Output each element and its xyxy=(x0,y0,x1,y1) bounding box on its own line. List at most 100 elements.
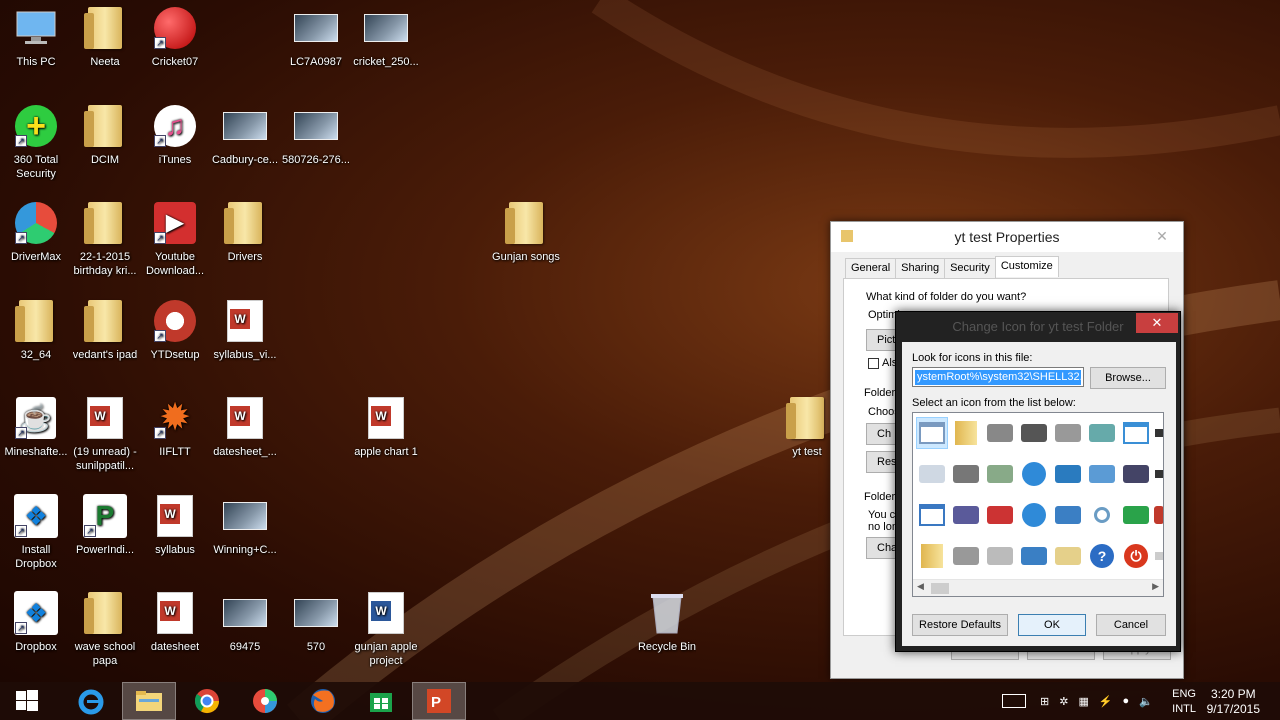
desktop-icon-syllabus-vi[interactable]: Wsyllabus_vi... xyxy=(209,298,281,362)
taskbar-chrome[interactable] xyxy=(180,682,234,720)
chip-icon[interactable] xyxy=(1018,417,1050,449)
desktop-icon-vedant-s-ipad[interactable]: vedant's ipad xyxy=(69,298,141,362)
tab-sharing[interactable]: Sharing xyxy=(895,258,946,279)
floppy-icon[interactable] xyxy=(950,499,982,531)
desktop-icon-360-total-security[interactable]: + ↗ 360 Total Security xyxy=(0,103,72,181)
help-icon[interactable]: ? xyxy=(1086,540,1118,572)
desktop-icon-datesheet[interactable]: Wdatesheet xyxy=(139,590,211,654)
desktop-icon-this-pc[interactable]: This PC xyxy=(0,5,72,69)
volume-icon[interactable]: 🔈 xyxy=(1139,695,1153,708)
document-window-icon[interactable] xyxy=(916,417,948,449)
scroll-right-icon[interactable]: ▶ xyxy=(1152,581,1159,592)
desktop-icon-mineshafte[interactable]: ☕ ↗ Mineshafte... xyxy=(0,395,72,459)
desktop-icon-wave-school-papa[interactable]: wave school papa xyxy=(69,590,141,668)
desktop-icon-neeta[interactable]: Neeta xyxy=(69,5,141,69)
desktop-icon-drivermax[interactable]: ↗ DriverMax xyxy=(0,200,72,264)
desktop-icon-drivers[interactable]: Drivers xyxy=(209,200,281,264)
horizontal-scrollbar[interactable]: ◀ ▶ xyxy=(913,579,1163,596)
partial-icon[interactable] xyxy=(1154,540,1163,572)
dialog-cancel-button[interactable]: Cancel xyxy=(1096,614,1166,636)
control-panel-icon[interactable] xyxy=(1086,458,1118,490)
desktop-icon-youtube-download[interactable]: ▶ ↗ Youtube Download... xyxy=(139,200,211,278)
folder-icon[interactable] xyxy=(916,540,948,572)
restore-defaults-button[interactable]: Restore Defaults xyxy=(912,614,1008,636)
tab-general[interactable]: General xyxy=(845,258,897,279)
taskbar-ie[interactable] xyxy=(64,682,118,720)
desktop-icon-cricket-250[interactable]: cricket_250... xyxy=(350,5,422,69)
change-icon-dialog[interactable]: Change Icon for yt test Folder ✕ Look fo… xyxy=(895,311,1181,652)
language-indicator[interactable]: ENG INTL xyxy=(1172,687,1196,717)
also-apply-checkbox[interactable]: Als xyxy=(868,357,897,369)
globe-icon[interactable] xyxy=(1018,458,1050,490)
cd-drive-icon[interactable] xyxy=(984,540,1016,572)
power-icon[interactable] xyxy=(1154,499,1163,531)
desktop-icon-570[interactable]: 570 xyxy=(280,590,352,654)
start-button[interactable] xyxy=(0,682,54,720)
folder-icon[interactable] xyxy=(950,417,982,449)
desktop-icon-32-64[interactable]: 32_64 xyxy=(0,298,72,362)
grid-icon[interactable] xyxy=(1052,540,1084,572)
scroll-left-icon[interactable]: ◀ xyxy=(917,581,924,592)
desktop-icon-syllabus[interactable]: Wsyllabus xyxy=(139,493,211,557)
hard-drive-icon[interactable] xyxy=(950,540,982,572)
icon-list[interactable]: ? ⏻ ◀ ▶ xyxy=(912,412,1164,597)
desktop-icon-itunes[interactable]: ♫ ↗ iTunes xyxy=(139,103,211,167)
desktop-icon-dropbox[interactable]: ❖ ↗ Dropbox xyxy=(0,590,72,654)
dialog-close-button[interactable]: ✕ xyxy=(1136,313,1178,333)
desktop-icon-powerindi[interactable]: P ↗ PowerIndi... xyxy=(69,493,141,557)
desktop-icon-gunjan-songs[interactable]: Gunjan songs xyxy=(490,200,562,264)
desktop-icon-69475[interactable]: 69475 xyxy=(209,590,281,654)
desktop-icon-cadbury-ce[interactable]: Cadbury-ce... xyxy=(209,103,281,167)
settings-tray-icon[interactable]: ✲ xyxy=(1059,695,1068,708)
taskbar-file-explorer[interactable] xyxy=(122,682,176,720)
touch-keyboard-icon[interactable] xyxy=(1002,694,1026,708)
desktop-icon-19-unread-sunilppatil[interactable]: W (19 unread) - sunilppatil... xyxy=(69,395,141,473)
close-button[interactable]: ✕ xyxy=(1151,228,1173,244)
desktop-icon-gunjan-apple-project[interactable]: Wgunjan apple project xyxy=(350,590,422,668)
back-arrow-icon[interactable] xyxy=(1120,499,1152,531)
taskbar-drivermax[interactable] xyxy=(238,682,292,720)
search-icon[interactable] xyxy=(1086,499,1118,531)
printer-icon[interactable] xyxy=(1052,417,1084,449)
blank-window-icon[interactable] xyxy=(916,499,948,531)
network-drive-icon[interactable] xyxy=(950,458,982,490)
tab-security[interactable]: Security xyxy=(944,258,996,279)
network-icon[interactable]: ▦ xyxy=(1078,695,1088,708)
taskbar-wps-presentation[interactable]: P xyxy=(412,682,466,720)
desktop-icon-install-dropbox[interactable]: ❖ ↗ Install Dropbox xyxy=(0,493,72,571)
browse-button[interactable]: Browse... xyxy=(1090,367,1166,389)
computer-icon[interactable] xyxy=(1018,540,1050,572)
properties-titlebar[interactable]: yt test Properties ✕ xyxy=(831,222,1183,252)
desktop-icon-recycle-bin[interactable]: Recycle Bin xyxy=(631,590,703,654)
cube-icon[interactable] xyxy=(1120,458,1152,490)
power-icon[interactable]: ⚡ xyxy=(1099,695,1113,708)
network-share-icon[interactable] xyxy=(984,458,1016,490)
drive-icon[interactable] xyxy=(984,417,1016,449)
text-file-icon[interactable] xyxy=(916,458,948,490)
desktop-icon-22-1-2015-birthday-kri[interactable]: 22-1-2015 birthday kri... xyxy=(69,200,141,278)
taskbar-firefox[interactable] xyxy=(296,682,350,720)
desktop-icon-cricket07[interactable]: ↗ Cricket07 xyxy=(139,5,211,69)
icon-file-input[interactable]: ystemRoot%\system32\SHELL32.dll xyxy=(912,367,1084,387)
desktop-icon-ytdsetup[interactable]: ↗ YTDsetup xyxy=(139,298,211,362)
desktop-icon-datesheet[interactable]: Wdatesheet_... xyxy=(209,395,281,459)
desktop-icon-580726-276[interactable]: 580726-276... xyxy=(280,103,352,167)
dialog-ok-button[interactable]: OK xyxy=(1018,614,1086,636)
desktop-icon-winning-c[interactable]: Winning+C... xyxy=(209,493,281,557)
desktop-icon-apple-chart-1[interactable]: Wapple chart 1 xyxy=(350,395,422,459)
desktop-icon-lc7a0987[interactable]: LC7A0987 xyxy=(280,5,352,69)
arrow-icon[interactable] xyxy=(1154,417,1163,449)
earth-computer-icon[interactable] xyxy=(1052,458,1084,490)
arrow-icon[interactable] xyxy=(1154,458,1163,490)
globe-icon[interactable] xyxy=(1018,499,1050,531)
clock-icon[interactable] xyxy=(1086,417,1118,449)
shutdown-icon[interactable]: ⏻ xyxy=(1120,540,1152,572)
drivermax-tray-icon[interactable]: ● xyxy=(1123,695,1130,707)
tab-customize[interactable]: Customize xyxy=(994,256,1059,277)
disconnected-drive-icon[interactable] xyxy=(984,499,1016,531)
desktop-icon-iifltt[interactable]: ✹ ↗ IIFLTT xyxy=(139,395,211,459)
clock[interactable]: 3:20 PM 9/17/2015 xyxy=(1207,687,1260,717)
network-icon[interactable] xyxy=(1052,499,1084,531)
window-icon[interactable] xyxy=(1120,417,1152,449)
scroll-thumb[interactable] xyxy=(931,583,949,594)
